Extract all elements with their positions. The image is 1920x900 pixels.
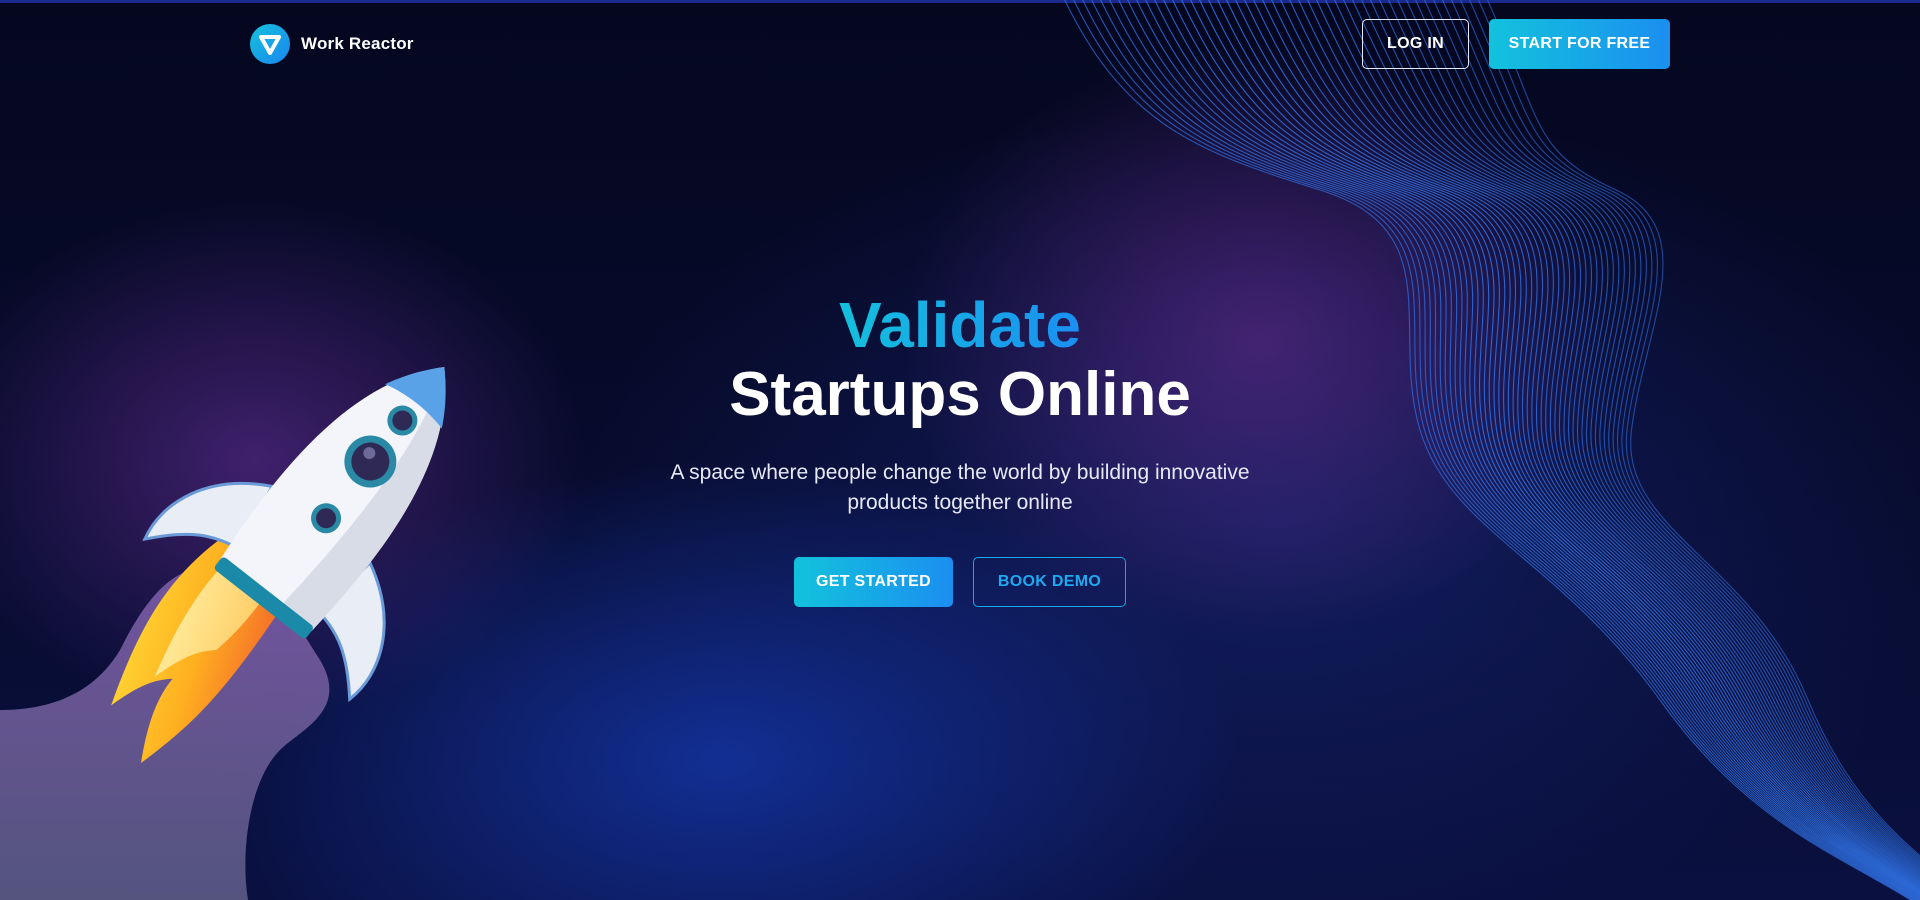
shield-logo-icon [250,24,290,64]
wave-line [1280,0,1920,886]
wave-line [1244,0,1920,890]
brand-logo[interactable]: Work Reactor [250,24,414,64]
wave-line [1298,0,1920,884]
start-for-free-button[interactable]: START FOR FREE [1489,19,1670,69]
login-button[interactable]: LOG IN [1362,19,1469,69]
wave-line [1423,0,1920,867]
hero-subtitle: A space where people change the world by… [670,461,1250,514]
wave-line [1316,0,1920,882]
wave-line [1468,0,1920,860]
wave-line [1226,0,1920,892]
wave-line [1154,0,1920,899]
wave-line [1387,0,1920,873]
wave-lines-pattern [1064,0,1920,900]
hero-title-line-2: Startups Online [729,360,1191,429]
book-demo-button[interactable]: BOOK DEMO [973,557,1126,607]
wave-line [1414,0,1920,869]
wave-line [1477,0,1920,859]
hero-title-highlight: Validate [839,289,1081,361]
wave-line [1432,0,1920,866]
hero-title-line-1: Validate [0,290,1920,360]
landing-page: Work Reactor LOG IN START FOR FREE Valid… [0,0,1920,900]
wave-line [1352,0,1920,878]
wave-line [1459,0,1920,862]
wave-line [1262,0,1920,888]
wave-line [1334,0,1920,880]
brand-name: Work Reactor [301,34,414,53]
get-started-button[interactable]: GET STARTED [794,557,953,607]
